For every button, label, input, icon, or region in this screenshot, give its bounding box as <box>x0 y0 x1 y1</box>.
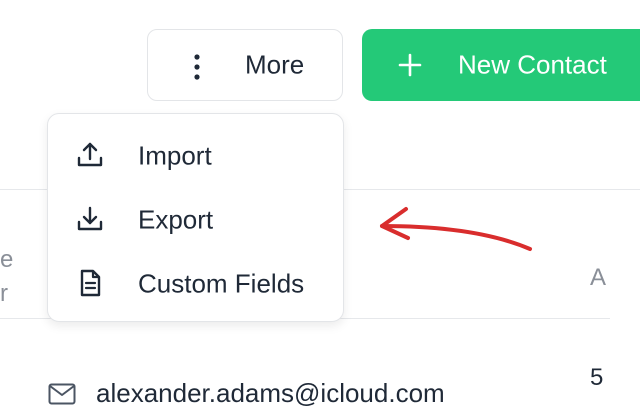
menu-item-export[interactable]: Export <box>48 190 343 250</box>
more-menu-dropdown: Import Export Custom Fields <box>47 113 344 322</box>
menu-item-label: Custom Fields <box>138 268 305 299</box>
contact-email: alexander.adams@icloud.com <box>96 378 445 408</box>
plus-icon <box>398 53 422 77</box>
more-button[interactable]: More <box>147 29 343 101</box>
more-button-label: More <box>245 49 305 80</box>
mail-icon <box>48 383 76 404</box>
table-row[interactable]: alexander.adams@icloud.com <box>48 378 445 409</box>
menu-item-custom-fields[interactable]: Custom Fields <box>48 254 343 314</box>
annotation-arrow-icon <box>380 207 532 251</box>
menu-item-import[interactable]: Import <box>48 126 343 186</box>
menu-item-label: Export <box>138 204 214 235</box>
download-icon <box>77 206 103 231</box>
more-vertical-icon <box>194 54 200 80</box>
new-contact-button[interactable]: New Contact <box>362 29 640 101</box>
upload-icon <box>77 142 103 167</box>
new-contact-button-label: New Contact <box>458 49 607 80</box>
partial-column-header-right: A <box>590 264 607 291</box>
partial-column-header-left: e r <box>0 246 14 307</box>
menu-item-label: Import <box>138 140 212 171</box>
partial-cell-value: 5 <box>590 364 604 391</box>
document-icon <box>80 269 101 297</box>
